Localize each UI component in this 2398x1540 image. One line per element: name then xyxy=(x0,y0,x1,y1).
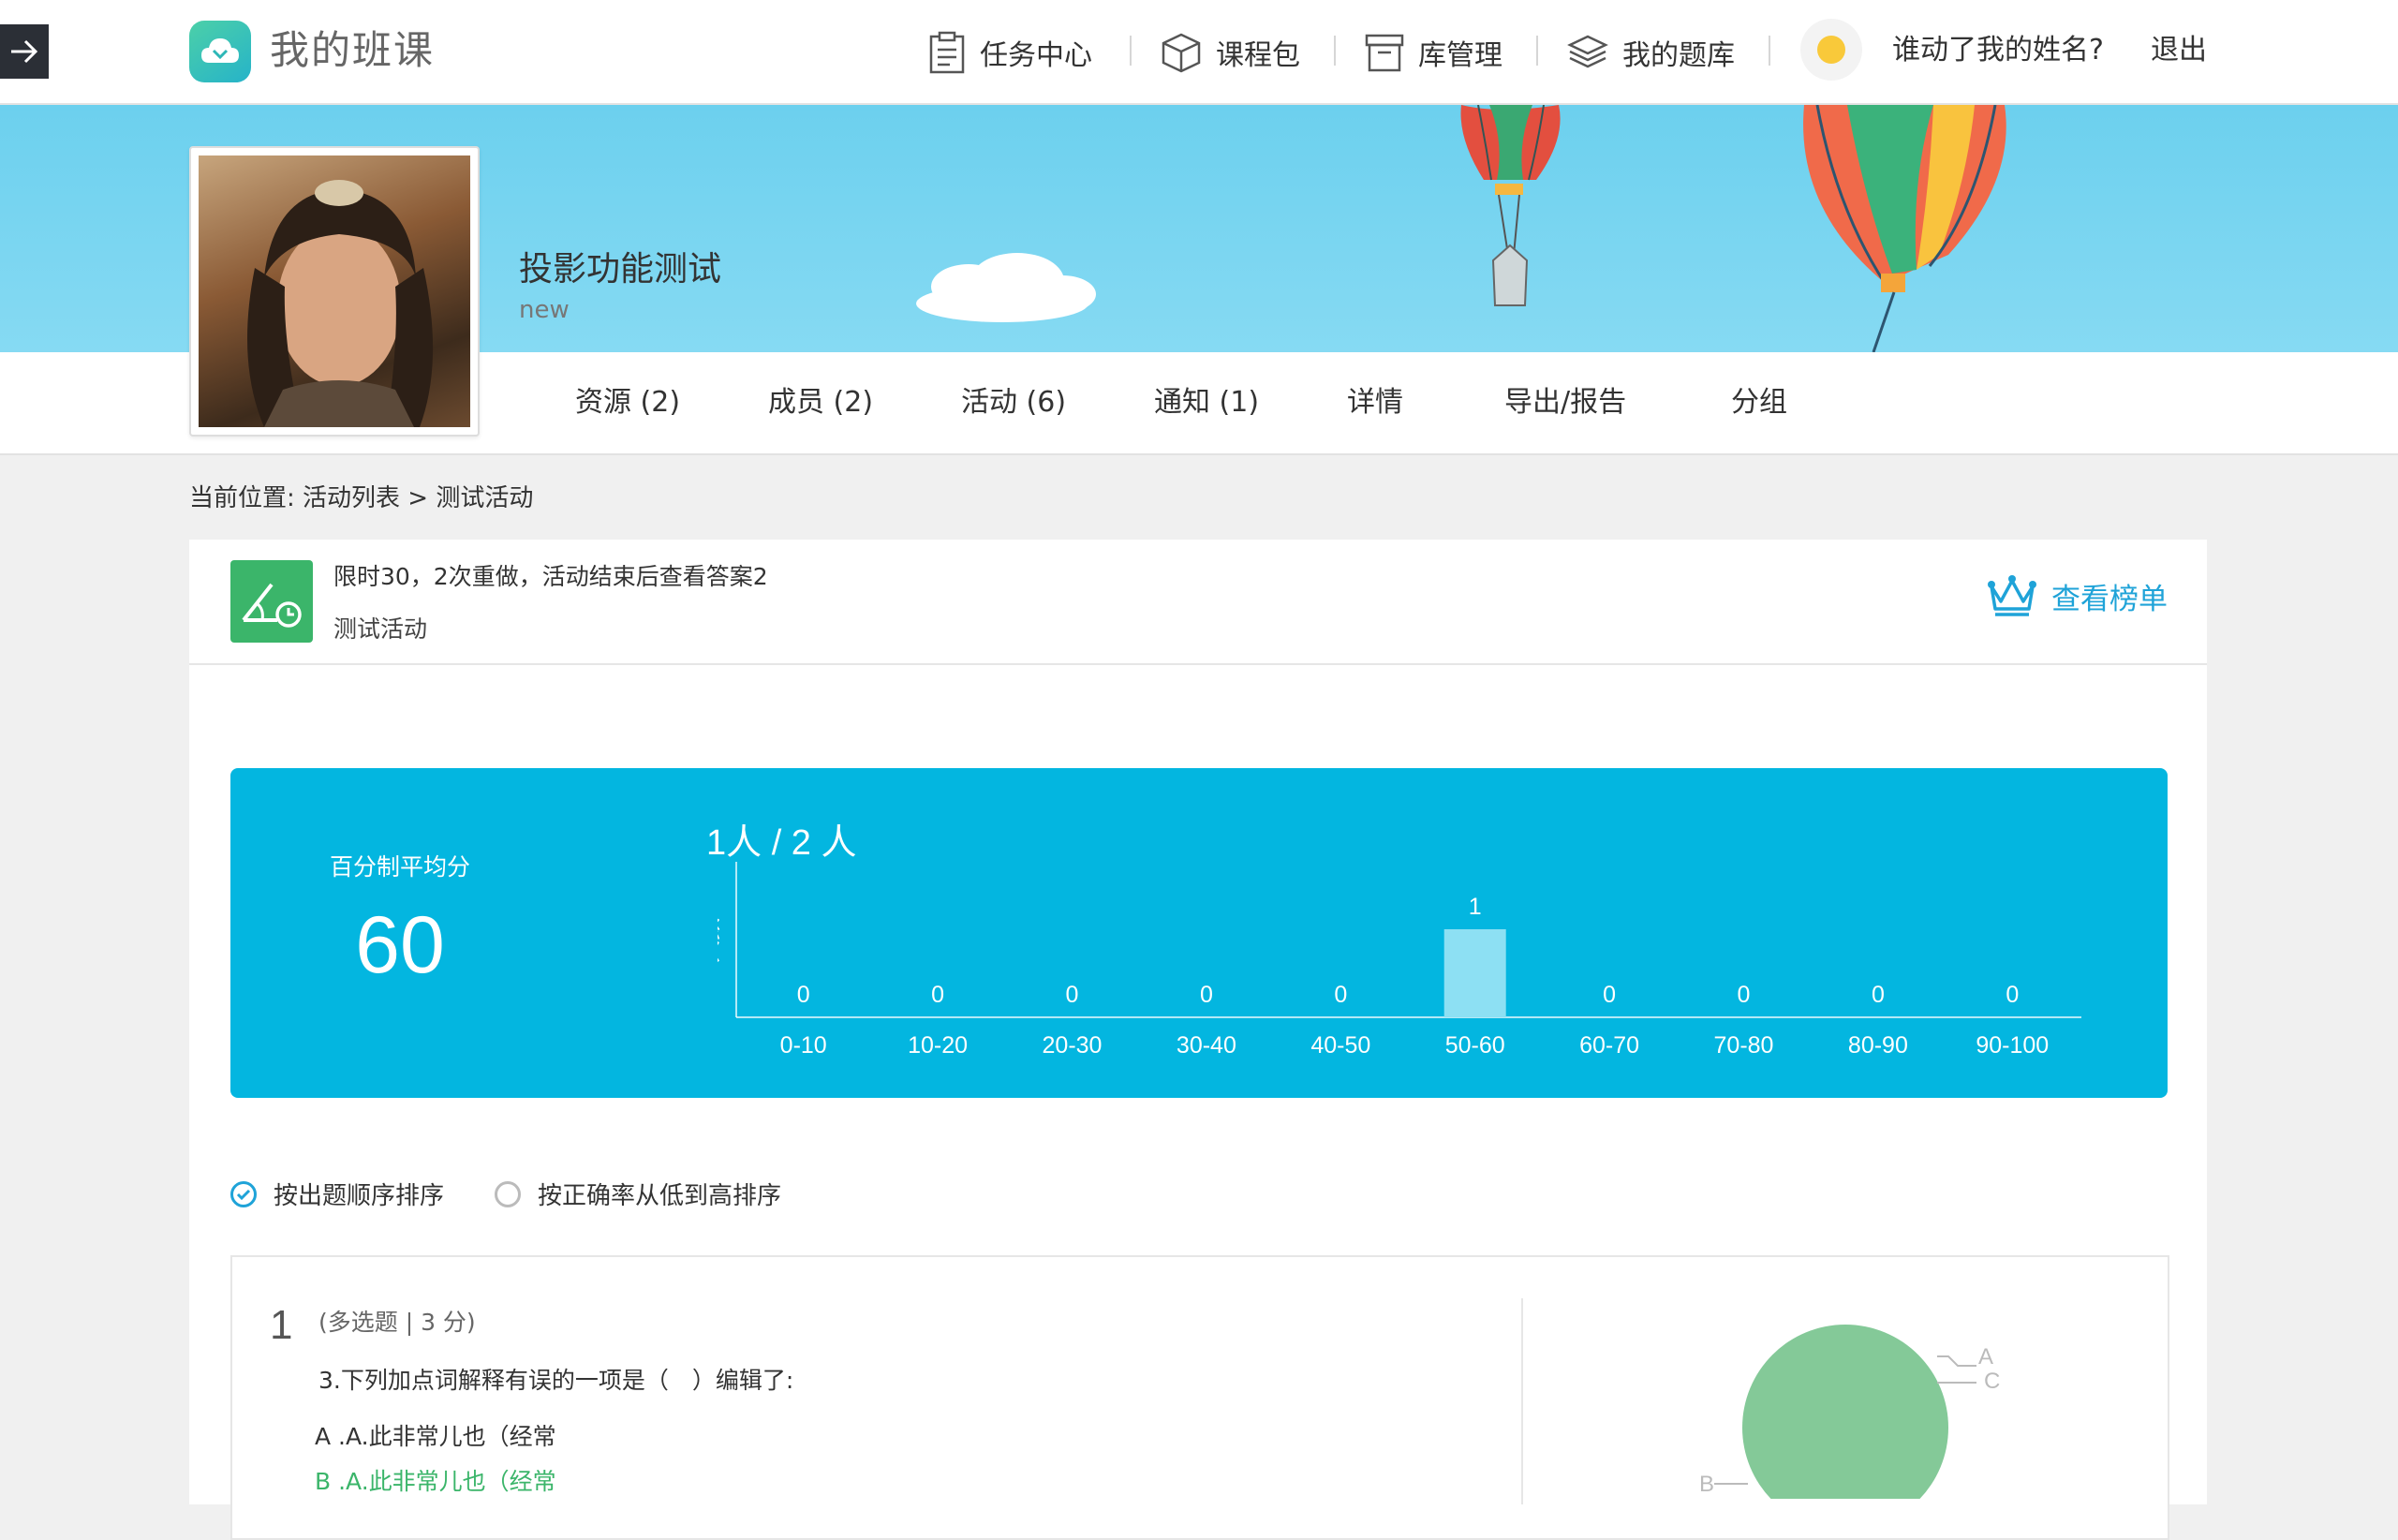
crown-icon xyxy=(1988,575,2036,616)
chart-tick-label: 80-90 xyxy=(1848,1032,1908,1059)
app-title[interactable]: 我的班课 xyxy=(270,24,435,77)
question-option-a: A .A.此非常儿也（经常 xyxy=(315,1423,556,1450)
chart-tick-label: 90-100 xyxy=(1976,1032,2049,1059)
nav-label: 课程包 xyxy=(1216,39,1300,72)
score-distribution-chart: 人数 0 0-10 0 10-20 0 20-30 0 30-40 0 40-50 1 50-60 0 6… xyxy=(718,862,2081,1059)
activity-description: 限时30，2次重做，活动结束后查看答案2 xyxy=(333,563,768,590)
tab-export-report[interactable]: 导出/报告 xyxy=(1504,375,1626,431)
nav-library[interactable]: 库管理 xyxy=(1364,26,1502,79)
pie-label-c: C xyxy=(1984,1369,2000,1394)
pie-label-b: B xyxy=(1699,1472,1714,1497)
large-balloon-icon xyxy=(1803,105,2006,352)
view-leaderboard-button[interactable]: 查看榜单 xyxy=(1986,573,2168,618)
sort-by-accuracy-radio[interactable]: 按正确率从低到高排序 xyxy=(495,1177,781,1211)
average-score-label: 百分制平均分 xyxy=(329,853,470,881)
activity-name: 测试活动 xyxy=(333,615,428,643)
nav-divider xyxy=(1769,36,1770,66)
chart-value-label: 1 xyxy=(1469,894,1482,920)
emoji-avatar-icon xyxy=(1817,36,1845,64)
pie-label-a: A xyxy=(1978,1344,1993,1370)
chart-value-label: 0 xyxy=(1334,982,1347,1008)
radio-unchecked-icon xyxy=(495,1180,521,1207)
question-option-b-correct: B .A.此非常儿也（经常 xyxy=(315,1468,556,1495)
sort-by-accuracy-label: 按正确率从低到高排序 xyxy=(538,1182,782,1210)
question-text: 3.下列加点词解释有误的一项是（ ）编辑了: xyxy=(318,1367,794,1394)
tab-notifications[interactable]: 通知 (1) xyxy=(1154,375,1259,431)
chart-tick-label: 20-30 xyxy=(1043,1032,1103,1059)
small-balloon-icon xyxy=(1460,105,1561,306)
chart-tick-label: 30-40 xyxy=(1177,1032,1236,1059)
class-cover-image xyxy=(189,146,480,437)
pie-slice xyxy=(1742,1325,1948,1499)
average-score-value: 60 xyxy=(355,900,445,990)
arrow-right-icon xyxy=(11,39,38,64)
class-name: 投影功能测试 xyxy=(519,250,722,289)
pie-leader-line xyxy=(1937,1355,1976,1367)
chart-y-label: 人数 xyxy=(718,918,723,963)
chart-value-label: 0 xyxy=(2006,982,2019,1008)
logout-link[interactable]: 退出 xyxy=(2151,26,2207,75)
nav-divider xyxy=(1334,36,1336,66)
chart-tick-label: 70-80 xyxy=(1714,1032,1774,1059)
cloud-logo-icon xyxy=(201,38,239,63)
user-name-link[interactable]: 谁动了我的姓名? xyxy=(1892,26,2104,75)
nav-label: 任务中心 xyxy=(980,39,1092,72)
cloud-icon xyxy=(916,253,1096,322)
task-center-icon xyxy=(929,31,965,74)
sort-by-order-radio[interactable]: 按出题顺序排序 xyxy=(230,1177,444,1211)
portrait-illustration xyxy=(247,180,434,427)
activity-type-icon xyxy=(230,560,313,643)
radio-checked-icon xyxy=(230,1180,257,1207)
nav-task-center[interactable]: 任务中心 xyxy=(927,26,1092,79)
class-subtitle: new xyxy=(519,296,570,324)
chart-value-label: 0 xyxy=(797,982,810,1008)
chart-bar-50-60 xyxy=(1443,929,1506,1017)
sidebar-toggle-button[interactable] xyxy=(0,24,49,79)
nav-divider xyxy=(1130,36,1132,66)
chart-tick-label: 50-60 xyxy=(1445,1032,1505,1059)
nav-question-bank[interactable]: 我的题库 xyxy=(1566,26,1735,79)
chart-value-label: 0 xyxy=(1066,982,1079,1008)
tab-activities[interactable]: 活动 (6) xyxy=(961,375,1066,431)
timed-test-icon xyxy=(242,583,302,628)
chart-tick-label: 40-50 xyxy=(1310,1032,1370,1059)
nav-divider xyxy=(1536,36,1538,66)
class-cover-photo xyxy=(199,155,470,427)
tab-groups[interactable]: 分组 xyxy=(1731,375,1787,431)
question-meta: (多选题 | 3 分) xyxy=(318,1309,476,1336)
tab-details[interactable]: 详情 xyxy=(1347,375,1403,431)
chart-tick-label: 0-10 xyxy=(780,1032,827,1059)
question-bank-icon xyxy=(1567,35,1608,68)
chart-value-label: 0 xyxy=(1872,982,1885,1008)
tab-members[interactable]: 成员 (2) xyxy=(768,375,873,431)
chart-value-label: 0 xyxy=(931,982,944,1008)
nav-course-package[interactable]: 课程包 xyxy=(1160,26,1300,79)
library-icon xyxy=(1365,34,1404,72)
chart-value-label: 0 xyxy=(1603,982,1616,1008)
chart-value-label: 0 xyxy=(1200,982,1213,1008)
chart-value-label: 0 xyxy=(1738,982,1751,1008)
breadcrumb[interactable]: 当前位置: 活动列表 > 测试活动 xyxy=(189,480,533,517)
chart-tick-label: 60-70 xyxy=(1579,1032,1639,1059)
app-logo[interactable] xyxy=(189,21,251,82)
user-avatar[interactable] xyxy=(1800,19,1862,81)
sort-by-order-label: 按出题顺序排序 xyxy=(274,1182,445,1210)
nav-label: 库管理 xyxy=(1418,39,1502,72)
question-divider xyxy=(1521,1298,1523,1504)
question-number: 1 xyxy=(270,1302,293,1348)
answer-pie-chart: A C B xyxy=(1699,1325,2000,1499)
course-package-icon xyxy=(1162,33,1201,73)
chart-tick-label: 10-20 xyxy=(908,1032,968,1059)
leaderboard-label: 查看榜单 xyxy=(2051,582,2168,616)
nav-label: 我的题库 xyxy=(1622,39,1735,72)
score-stats-panel: 百分制平均分 60 1人 / 2 人 人数 0 0-10 0 10-20 0 20-30 0… xyxy=(230,768,2168,1098)
tab-resources[interactable]: 资源 (2) xyxy=(575,375,680,431)
